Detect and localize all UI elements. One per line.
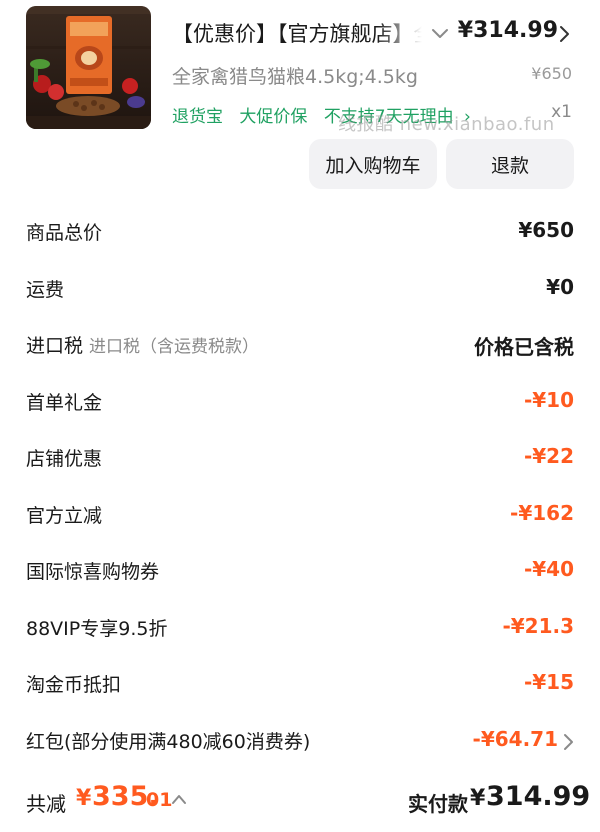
row-value: -¥15 <box>523 670 574 694</box>
add-to-cart-button[interactable]: 加入购物车 <box>309 139 437 189</box>
product-spec: 全家禽猎鸟猫粮4.5kg;4.5kg <box>172 66 418 88</box>
row-taojinbi: 淘金币抵扣 -¥15 <box>0 656 600 713</box>
row-import-tax: 进口税 进口税（含运费税款） 价格已含税 <box>0 317 600 374</box>
row-store-discount: 店铺优惠 -¥22 <box>0 430 600 487</box>
row-value: -¥40 <box>523 557 574 581</box>
order-item: 【优惠价】【官方旗舰店】全家禽猎鸟猫粮 ¥314.99 全家禽猎鸟猫粮4.5kg… <box>0 0 600 200</box>
row-label: 国际惊喜购物券 <box>26 561 160 583</box>
row-first-order-gift: 首单礼金 -¥10 <box>0 374 600 431</box>
row-value: 价格已含税 <box>474 335 574 359</box>
paid-amount: 314.99 <box>486 781 591 812</box>
paid-currency: ¥ <box>470 786 486 811</box>
chevron-down-icon[interactable] <box>430 23 450 43</box>
row-label: 红包(部分使用满480减60消费券) <box>26 730 311 753</box>
product-image[interactable] <box>26 6 151 129</box>
service-tag-return[interactable]: 退货宝 <box>172 107 223 127</box>
row-label: 运费 <box>26 278 65 301</box>
row-shipping: 运费 ¥0 <box>0 261 600 318</box>
product-title[interactable]: 【优惠价】【官方旗舰店】全家禽猎鸟猫粮 <box>172 18 422 48</box>
refund-button[interactable]: 退款 <box>446 139 574 189</box>
row-item-total: 商品总价 ¥650 <box>0 204 600 261</box>
row-value: ¥650 <box>518 218 574 242</box>
row-label: 商品总价 <box>26 222 103 244</box>
chevron-up-icon[interactable] <box>171 793 187 805</box>
service-tag-price-protect[interactable]: 大促价保 <box>239 107 307 127</box>
row-value: -¥22 <box>523 444 574 468</box>
price-breakdown: 商品总价 ¥650 运费 ¥0 进口税 进口税（含运费税款） 价格已含税 首单礼金… <box>0 204 600 769</box>
chevron-right-icon[interactable] <box>562 733 574 751</box>
row-value: -¥162 <box>510 500 574 525</box>
row-label: 88VIP专享9.5折 <box>26 617 168 640</box>
product-title-row[interactable]: 【优惠价】【官方旗舰店】全家禽猎鸟猫粮 ¥314.99 <box>172 16 582 50</box>
row-88vip: 88VIP专享9.5折 -¥21.3 <box>0 600 600 657</box>
total-reduction-decimal: 01 <box>146 789 173 811</box>
total-reduction-currency: ¥ <box>76 786 92 811</box>
quantity: x1 <box>551 102 572 122</box>
total-reduction-label: 共减 <box>26 792 66 816</box>
row-value: -¥21.3 <box>502 613 574 638</box>
cat-food-bag-image <box>26 6 151 129</box>
row-label-sub: 进口税（含运费税款） <box>89 337 260 357</box>
chevron-right-icon[interactable] <box>558 25 570 43</box>
watermark: 线报酷 new.xianbao.fun <box>338 114 555 135</box>
row-label: 淘金币抵扣 <box>26 674 122 696</box>
row-official-discount: 官方立减 -¥162 <box>0 487 600 544</box>
row-label: 首单礼金 <box>26 391 103 414</box>
row-label-main: 进口税 <box>26 335 84 357</box>
row-label: 进口税 进口税（含运费税款） <box>26 331 259 358</box>
row-value: -¥10 <box>523 387 574 412</box>
order-total-bar: 共减 ¥ 335. 01 实付款 ¥ 314.99 <box>0 772 600 832</box>
row-red-packet[interactable]: 红包(部分使用满480减60消费券) -¥64.71 <box>0 713 600 770</box>
row-label: 店铺优惠 <box>26 448 103 470</box>
row-value: -¥64.71 <box>472 726 558 751</box>
row-intl-coupon: 国际惊喜购物券 -¥40 <box>0 543 600 600</box>
row-value: ¥0 <box>546 274 574 299</box>
original-price: ¥650 <box>531 64 572 83</box>
unit-price[interactable]: ¥314.99 <box>458 18 558 43</box>
paid-label: 实付款 <box>408 792 468 816</box>
row-label: 官方立减 <box>26 504 103 527</box>
